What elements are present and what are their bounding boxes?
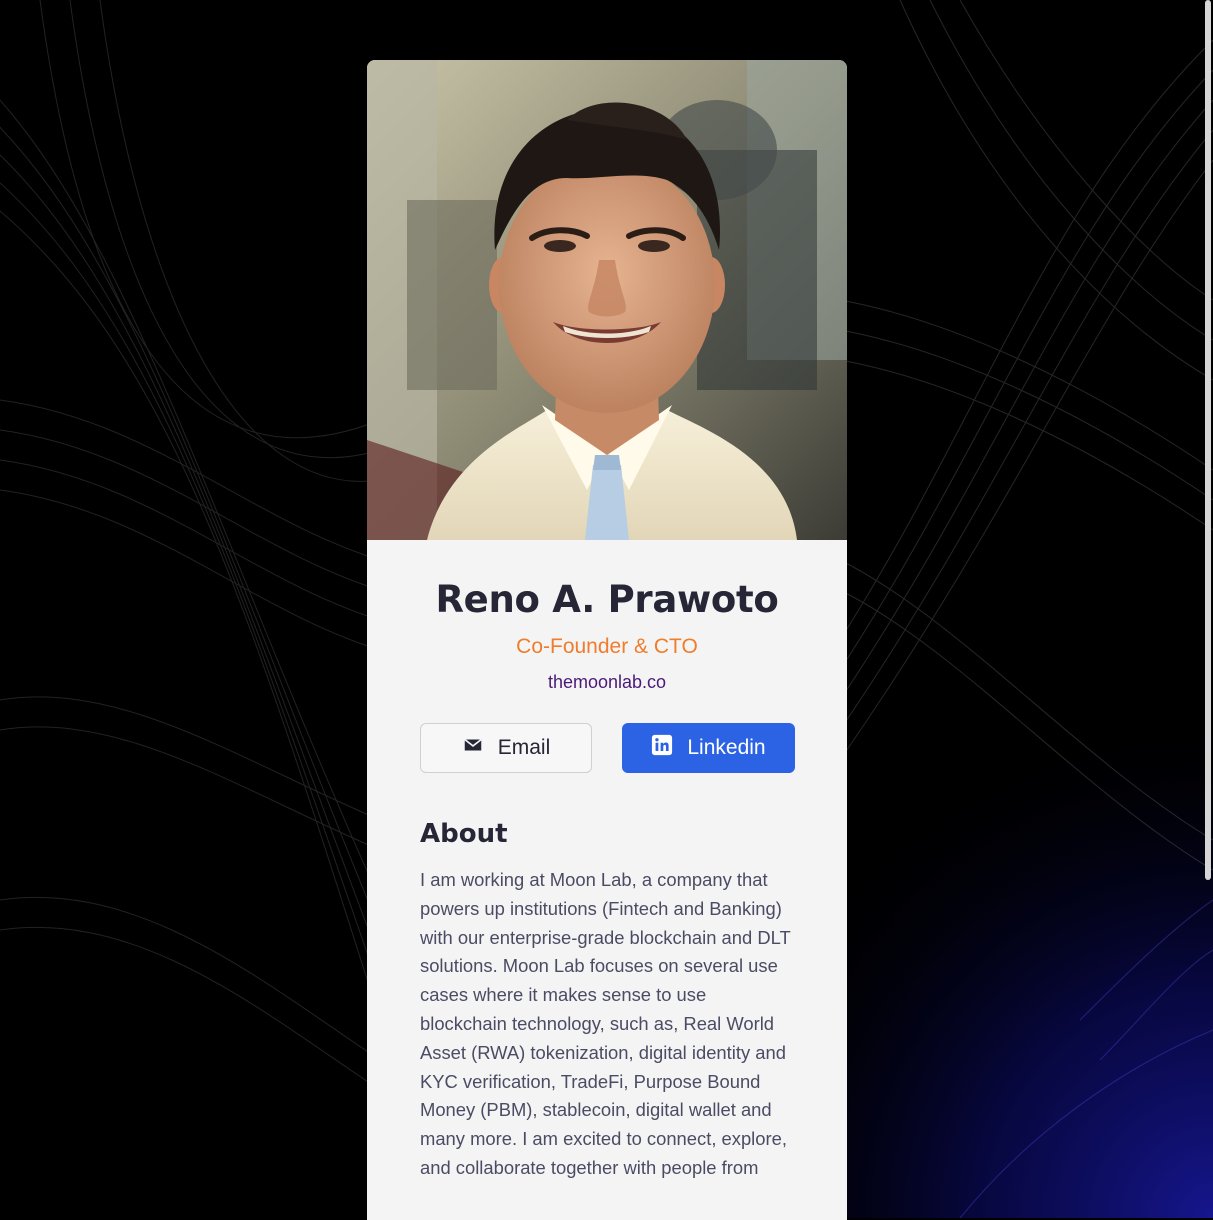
about-heading: About	[420, 819, 508, 849]
linkedin-icon	[651, 734, 673, 756]
linkedin-button[interactable]: Linkedin	[622, 723, 795, 773]
profile-photo	[367, 60, 847, 540]
profile-name: Reno A. Prawoto	[435, 578, 779, 621]
website-link[interactable]: themoonlab.co	[367, 672, 847, 693]
profile-card: Reno A. Prawoto Co-Founder & CTO themoon…	[367, 60, 847, 1220]
email-button-label: Email	[497, 736, 551, 759]
linkedin-button-label: Linkedin	[687, 736, 766, 759]
profile-role: Co-Founder & CTO	[516, 635, 698, 658]
email-button[interactable]: Email	[420, 723, 592, 773]
envelope-icon	[462, 734, 484, 756]
about-text: I am working at Moon Lab, a company that…	[420, 869, 791, 1178]
page-scrollbar[interactable]	[1205, 0, 1211, 880]
